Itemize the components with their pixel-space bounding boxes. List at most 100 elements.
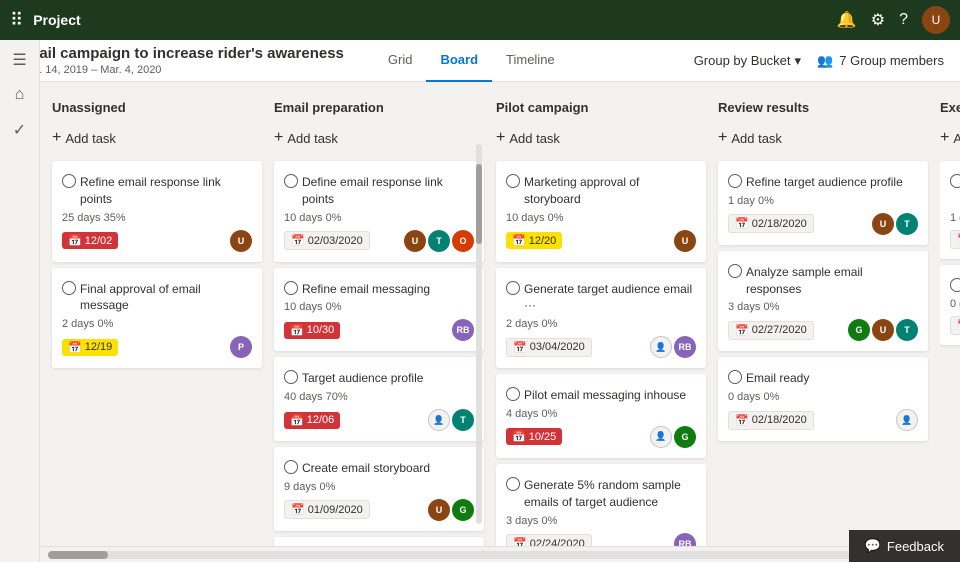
calendar-icon: 📅 (68, 234, 82, 247)
date-badge: 📅 12/02 (62, 232, 118, 249)
task-checkbox[interactable] (506, 174, 520, 188)
calendar-icon: 📅 (291, 234, 305, 247)
card-meta: 4 days 0% (506, 408, 696, 420)
card-meta: 3 days 0% (728, 301, 918, 313)
task-checkbox[interactable] (506, 281, 520, 295)
column-header-unassigned: Unassigned (52, 94, 262, 123)
help-icon[interactable]: ? (899, 11, 908, 29)
card-meta: 2 days 0% (62, 318, 252, 330)
avatar-row: U T (872, 213, 918, 235)
avatar: T (452, 409, 474, 431)
date-badge: 📅 02/03/2020 (284, 231, 370, 250)
card-review-2: Email ready 0 days 0% 📅 02/18/2020 👤 (718, 357, 928, 441)
feedback-button[interactable]: 💬 Feedback (849, 530, 960, 562)
task-checkbox[interactable] (62, 174, 76, 188)
date-badge: 📅 01/09/2020 (284, 500, 370, 519)
task-checkbox[interactable] (506, 477, 520, 491)
task-checkbox[interactable] (284, 370, 298, 384)
card-meta: 25 days 35% (62, 212, 252, 224)
card-title: Define email response link points (302, 174, 474, 208)
avatar: U (872, 319, 894, 341)
group-by-button[interactable]: Group by Bucket ▾ (694, 53, 801, 69)
avatar: T (896, 213, 918, 235)
card-footer: 📅 03/04/2020 (950, 316, 960, 335)
task-checkbox[interactable] (950, 174, 960, 188)
card-meta: 1 day 0% (728, 195, 918, 207)
home-icon[interactable]: ⌂ (15, 86, 25, 104)
scrollbar-thumb (476, 164, 482, 244)
task-checkbox[interactable] (62, 281, 76, 295)
hamburger-icon[interactable]: ☰ (12, 50, 26, 70)
column-scrollbar[interactable] (476, 144, 482, 524)
avatar-row: U (674, 230, 696, 252)
tab-grid[interactable]: Grid (374, 40, 427, 82)
scroll-thumb (48, 551, 108, 559)
avatar: G (848, 319, 870, 341)
task-checkbox[interactable] (284, 460, 298, 474)
avatar-row: RB (674, 533, 696, 546)
card-meta: 2 days 0% (506, 318, 696, 330)
plus-icon: + (940, 129, 949, 147)
add-task-email-prep[interactable]: + Add task (274, 123, 484, 153)
task-checkbox[interactable] (950, 278, 960, 292)
card-meta: 10 days 0% (284, 301, 474, 313)
card-footer: 📅 02/03/2020 U T O (284, 230, 474, 252)
gear-icon[interactable]: ⚙ (871, 10, 885, 30)
task-checkbox[interactable] (728, 370, 742, 384)
left-sidebar: ☰ ⌂ ✓ (0, 40, 40, 562)
card-title: Refine target audience profile (746, 174, 903, 191)
avatar-row: U G (428, 499, 474, 521)
card-footer: 📅 12/20 U (506, 230, 696, 252)
check-icon[interactable]: ✓ (13, 120, 26, 140)
avatar: T (428, 230, 450, 252)
card-emailprep-0: Define email response link points 10 day… (274, 161, 484, 262)
task-checkbox[interactable] (506, 387, 520, 401)
card-emailprep-2: Target audience profile 40 days 70% 📅 12… (274, 357, 484, 441)
avatar-row: P (230, 336, 252, 358)
bell-icon[interactable]: 🔔 (837, 10, 857, 30)
tab-timeline[interactable]: Timeline (492, 40, 569, 82)
column-header-execute: Execute cam… (940, 94, 960, 123)
user-avatar[interactable]: U (922, 6, 950, 34)
members-button[interactable]: 👥 7 Group members (817, 53, 944, 69)
calendar-icon: 📅 (512, 234, 526, 247)
add-task-label: Add task (65, 131, 116, 146)
task-checkbox[interactable] (284, 174, 298, 188)
task-checkbox[interactable] (728, 174, 742, 188)
tab-board[interactable]: Board (426, 40, 492, 82)
add-task-unassigned[interactable]: + Add task (52, 123, 262, 153)
nav-left: ⠿ Project (10, 10, 81, 31)
task-checkbox[interactable] (728, 264, 742, 278)
calendar-icon: 📅 (291, 503, 305, 516)
avatar: T (896, 319, 918, 341)
card-footer: 📅 01/09/2020 U G (284, 499, 474, 521)
project-title: Email campaign to increase rider's aware… (16, 45, 344, 62)
avatar-row: U T O (404, 230, 474, 252)
add-task-label: Add task (287, 131, 338, 146)
add-task-execute[interactable]: + Add task (940, 123, 960, 153)
avatar: U (674, 230, 696, 252)
avatar: G (674, 426, 696, 448)
scroll-track (48, 551, 952, 559)
card-title: Generate 5% random sample emails of targ… (524, 477, 696, 511)
add-task-review[interactable]: + Add task (718, 123, 928, 153)
avatar: RB (674, 336, 696, 358)
card-footer: 📅 12/19 P (62, 336, 252, 358)
card-footer: 📅 10/30 RB (284, 319, 474, 341)
horizontal-scrollbar[interactable] (40, 546, 960, 562)
right-actions: Group by Bucket ▾ 👥 7 Group members (694, 53, 944, 69)
card-footer: 📅 03/04/2020 👤 RB (506, 336, 696, 358)
date-badge: 📅 03/04/2020 (950, 316, 960, 335)
chevron-down-icon: ▾ (795, 53, 802, 69)
column-email-preparation: Email preparation + Add task Define emai… (274, 94, 484, 534)
calendar-icon: 📅 (513, 537, 527, 546)
card-execute-0: Purchase target au… 1 day 0… 📅 02/19/202… (940, 161, 960, 259)
plus-icon: + (52, 129, 61, 147)
grid-dots-icon[interactable]: ⠿ (10, 10, 23, 31)
card-footer: 📅 10/25 👤 G (506, 426, 696, 448)
card-emailprep-3: Create email storyboard 9 days 0% 📅 01/0… (274, 447, 484, 531)
avatar: U (872, 213, 894, 235)
add-task-pilot[interactable]: + Add task (496, 123, 706, 153)
board-area: Unassigned + Add task Refine email respo… (40, 82, 960, 546)
task-checkbox[interactable] (284, 281, 298, 295)
